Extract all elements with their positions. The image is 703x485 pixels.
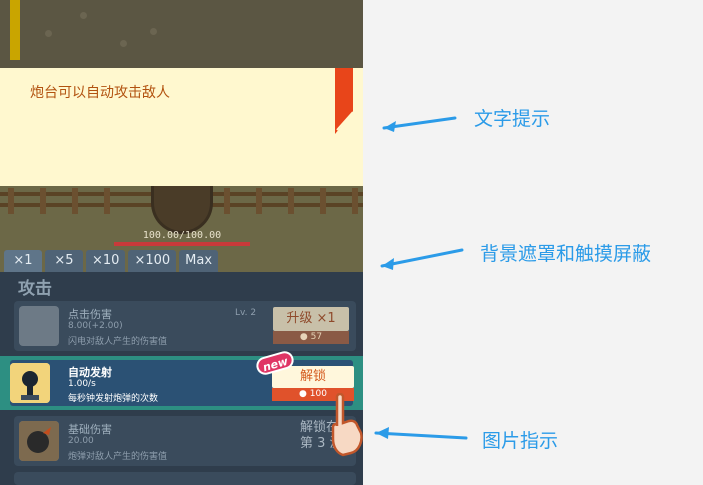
annotation-image-pointer: 图片指示 [482, 430, 559, 452]
annotation-mask: 背景遮罩和触摸屏蔽 [480, 243, 652, 265]
annotation-text-hint: 文字提示 [474, 108, 551, 130]
tutorial-screenshot: 炮台可以自动攻击敌人 100.00/100.00 ×1 ×5 ×10 ×100 [0, 0, 703, 485]
